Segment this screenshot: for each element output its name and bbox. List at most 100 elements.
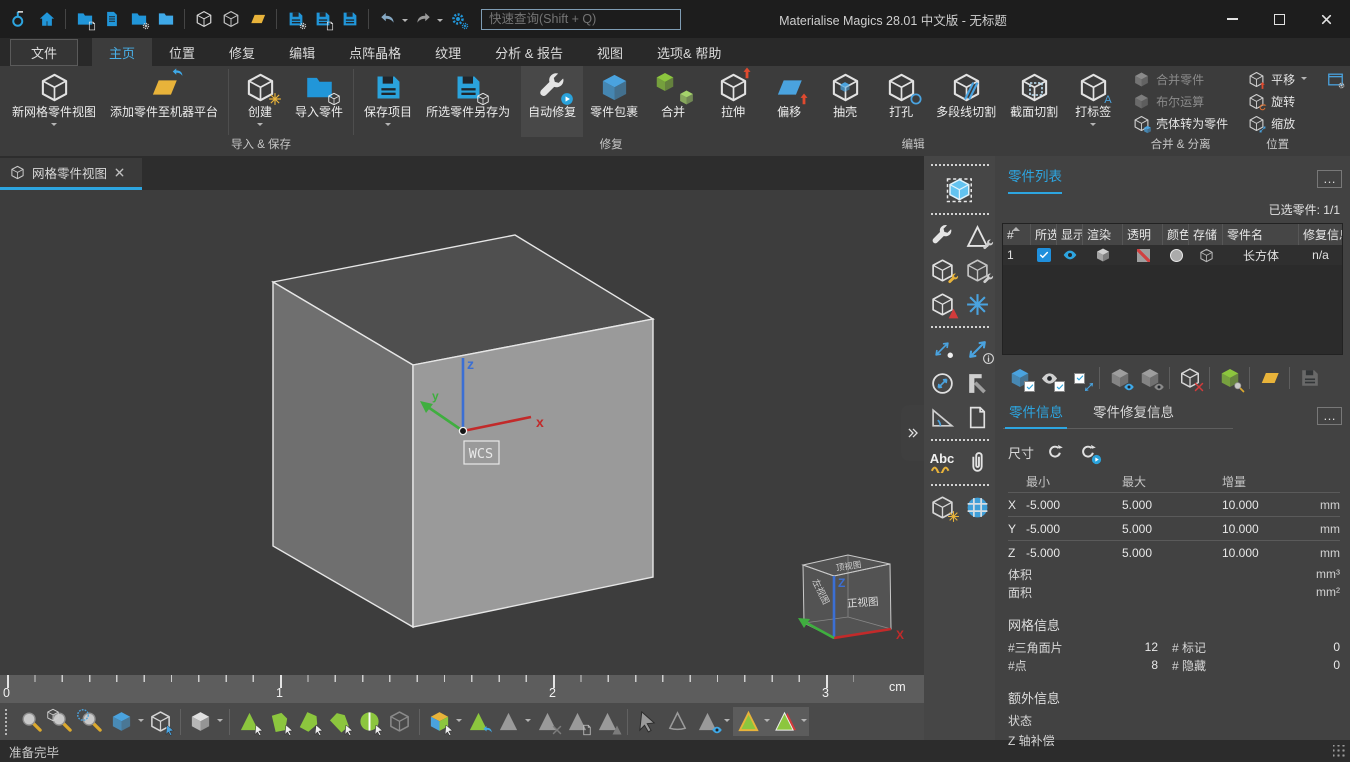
new-mesh-view-button[interactable]: 新网格零件视图	[5, 66, 103, 137]
triangle-fix-button[interactable]	[962, 219, 993, 253]
hollow-button[interactable]: 抽壳	[817, 66, 873, 137]
undo-button[interactable]	[375, 7, 400, 32]
part-view-button[interactable]	[218, 7, 243, 32]
maximize-button[interactable]	[1256, 0, 1303, 38]
render-cube-icon[interactable]	[1095, 247, 1111, 263]
point-star-button[interactable]	[962, 287, 993, 321]
customize-ui-button[interactable]: 自定义用户界面	[1327, 69, 1350, 89]
select-all-button[interactable]	[1006, 365, 1033, 391]
settings-gears-button[interactable]	[445, 7, 470, 32]
dropdown-arrow-icon[interactable]	[385, 123, 391, 129]
tab-part-info[interactable]: 零件信息	[1008, 401, 1064, 429]
part-table-row[interactable]: 1 长方体 n/a	[1003, 245, 1342, 265]
color-swatch[interactable]	[1170, 249, 1183, 262]
undo-dropdown[interactable]	[402, 19, 408, 25]
show-parts-button[interactable]	[1106, 365, 1133, 391]
mark-shell-dropdown[interactable]	[801, 719, 807, 725]
dropdown-arrow-icon[interactable]	[257, 123, 263, 129]
selected-checkbox[interactable]	[1037, 248, 1051, 262]
rotate-button[interactable]: 旋转	[1248, 91, 1307, 111]
visible-select-button[interactable]	[1036, 365, 1063, 391]
zoom-to-part-button[interactable]	[1216, 365, 1243, 391]
minimize-button[interactable]	[1209, 0, 1256, 38]
part-fix-button[interactable]	[927, 253, 958, 287]
redo-dropdown[interactable]	[437, 19, 443, 25]
platform-button[interactable]	[245, 7, 270, 32]
select-shell-button[interactable]	[326, 708, 353, 735]
part-info-more-button[interactable]: …	[1317, 407, 1342, 425]
show-marked-dropdown[interactable]	[724, 719, 730, 725]
flip-selection-dropdown[interactable]	[525, 719, 531, 725]
hole-fix-button[interactable]	[927, 287, 958, 321]
open-folder-button[interactable]	[153, 7, 178, 32]
platform-small-button[interactable]	[1256, 365, 1283, 391]
measure-distance-info-button[interactable]	[962, 332, 993, 366]
dropdown-arrow-icon[interactable]	[1301, 77, 1307, 83]
tab-options-help[interactable]: 选项& 帮助	[640, 38, 738, 66]
extrude-button[interactable]: 拉伸	[705, 66, 761, 137]
select-sphere-button[interactable]	[356, 708, 383, 735]
shells-to-parts-button[interactable]: 壳体转为零件	[1133, 113, 1228, 133]
select-brush-button[interactable]	[296, 708, 323, 735]
save-part-as-button[interactable]	[310, 7, 335, 32]
view-cube-dropdown[interactable]	[138, 719, 144, 725]
view-cube-button[interactable]	[108, 708, 135, 735]
storage-cube-icon[interactable]	[1199, 248, 1214, 263]
part-info-cube-button[interactable]	[927, 490, 958, 524]
scale-button[interactable]: 缩放	[1248, 113, 1307, 133]
auto-refresh-button[interactable]	[1076, 441, 1100, 463]
offset-button[interactable]: 偏移	[761, 66, 817, 137]
part-list-title[interactable]: 零件列表	[1008, 165, 1062, 194]
select-multi-dropdown[interactable]	[456, 719, 462, 725]
refresh-dimensions-button[interactable]	[1043, 441, 1067, 463]
tab-part-repair-info[interactable]: 零件修复信息	[1092, 401, 1175, 429]
measure-caliper-button[interactable]	[962, 366, 993, 400]
mark-plane-dropdown[interactable]	[764, 719, 770, 725]
fix-wizard-button[interactable]	[927, 219, 958, 253]
auto-fix-button[interactable]: 自动修复	[521, 66, 583, 137]
pick-view-button[interactable]	[147, 708, 174, 735]
annotation-abc-button[interactable]: Abc	[927, 445, 958, 479]
tab-analyze-report[interactable]: 分析 & 报告	[478, 38, 580, 66]
section-cut-button[interactable]: 截面切割	[1003, 66, 1065, 137]
select-multi-cube-button[interactable]	[426, 708, 453, 735]
move-selection-button[interactable]	[465, 708, 492, 735]
dropdown-arrow-icon[interactable]	[51, 123, 57, 129]
invert-selection-button[interactable]	[1066, 365, 1093, 391]
save-project-button[interactable]	[337, 7, 362, 32]
zoom-part-button[interactable]	[48, 708, 75, 735]
punch-hole-button[interactable]: 打孔	[873, 66, 929, 137]
shrink-wrap-button[interactable]: 零件包裹	[583, 66, 645, 137]
tab-file[interactable]: 文件	[10, 39, 78, 66]
report-page-button[interactable]	[962, 400, 993, 434]
tab-mesh-part-view[interactable]: 网格零件视图	[0, 158, 142, 187]
collapse-panel-handle[interactable]	[901, 405, 924, 461]
viewport-3d[interactable]: z x y WCS 顶视图 左视图 正视图 Z X	[0, 190, 924, 675]
save-project-button-large[interactable]: 保存项目	[357, 66, 419, 137]
measure-angle-button[interactable]	[927, 400, 958, 434]
transparency-icon[interactable]	[1137, 249, 1150, 262]
measure-circle-button[interactable]	[927, 366, 958, 400]
home-button[interactable]	[34, 7, 59, 32]
tab-view[interactable]: 视图	[580, 38, 640, 66]
zoom-scene-button[interactable]	[78, 708, 105, 735]
measure-point-distance-button[interactable]	[927, 332, 958, 366]
tab-fix[interactable]: 修复	[212, 38, 272, 66]
part-list-more-button[interactable]: …	[1317, 170, 1342, 188]
tab-home[interactable]: 主页	[92, 38, 152, 66]
texture-globe-button[interactable]	[962, 490, 993, 524]
delete-part-button[interactable]	[1176, 365, 1203, 391]
tab-edit[interactable]: 编辑	[272, 38, 332, 66]
open-project-button[interactable]	[126, 7, 151, 32]
mark-shell-button[interactable]	[772, 708, 799, 735]
part-table-header[interactable]: # 所选 显示 渲染 透明 颜色 存储 零件名 修复信息	[1003, 224, 1342, 245]
redo-button[interactable]	[410, 7, 435, 32]
new-project-button[interactable]	[72, 7, 97, 32]
translate-button[interactable]: 平移	[1248, 69, 1307, 89]
label-button[interactable]: A 打标签	[1065, 66, 1121, 137]
select-polygon-button[interactable]	[266, 708, 293, 735]
render-mode-button[interactable]	[187, 708, 214, 735]
glass-cube-fix-button[interactable]	[962, 253, 993, 287]
toolbar-drag-handle[interactable]	[5, 709, 12, 735]
part-table[interactable]: # 所选 显示 渲染 透明 颜色 存储 零件名 修复信息 1 长方体 n/a	[1002, 223, 1343, 355]
